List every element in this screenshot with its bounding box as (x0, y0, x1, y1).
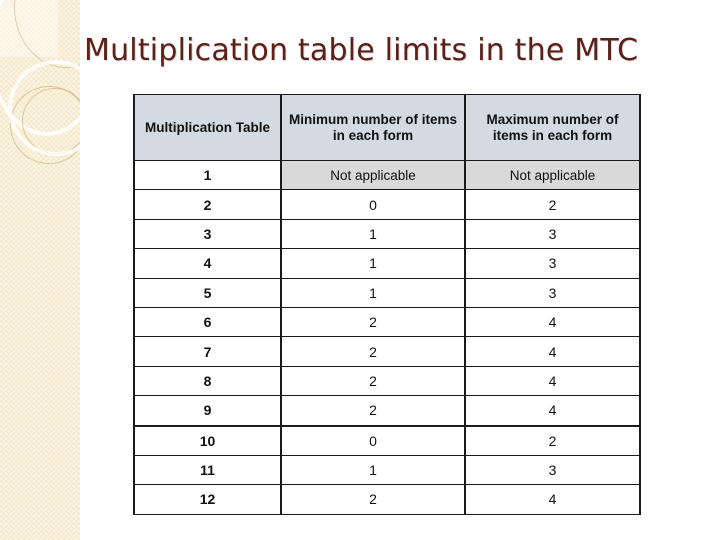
cell-multiplication-table: 1 (133, 159, 282, 191)
cell-maximum-items: Not applicable (464, 159, 641, 191)
decorative-sidebar-band (0, 0, 80, 540)
table-row: 513 (133, 277, 641, 308)
cell-multiplication-table: 2 (133, 189, 282, 220)
cell-maximum-items: 2 (464, 424, 641, 456)
cell-minimum-items: 1 (280, 248, 466, 279)
cell-maximum-items: 4 (464, 306, 641, 338)
table-row: 11 1 3 (133, 454, 641, 486)
limits-table-container: Multiplication Table Minimum number of i… (133, 94, 641, 515)
table-row: 724 (133, 336, 641, 367)
table-row: 202 (133, 189, 641, 220)
column-header-maximum-items: Maximum number of items in each form (464, 94, 641, 161)
cell-multiplication-table: 11 (133, 454, 282, 486)
cell-maximum-items: 3 (464, 454, 641, 486)
cell-maximum-items: 3 (464, 277, 641, 308)
cell-multiplication-table: 5 (133, 277, 282, 308)
table-row: 413 (133, 248, 641, 279)
cell-maximum-items: 4 (464, 365, 641, 397)
table-row: 1 Not applicable Not applicable (133, 159, 641, 191)
cell-minimum-items: 2 (280, 365, 466, 397)
table-row: 313 (133, 218, 641, 250)
cell-maximum-items: 2 (464, 189, 641, 220)
cell-multiplication-table: 6 (133, 306, 282, 338)
table-header: Multiplication Table Minimum number of i… (133, 94, 641, 161)
cell-maximum-items: 3 (464, 218, 641, 250)
cell-minimum-items: Not applicable (280, 159, 466, 191)
cell-multiplication-table: 10 (133, 424, 282, 456)
cell-minimum-items: 2 (280, 336, 466, 367)
cell-maximum-items: 3 (464, 248, 641, 279)
table-header-row: Multiplication Table Minimum number of i… (133, 94, 641, 161)
table-body: 1 Not applicable Not applicable 2 0 2 3 1 3 4 1 3 5 1… (133, 159, 641, 515)
cell-minimum-items: 2 (280, 306, 466, 338)
cell-multiplication-table: 8 (133, 365, 282, 397)
table-row: 10 0 2 (133, 424, 641, 456)
cell-minimum-items: 1 (280, 454, 466, 486)
multiplication-limits-table: Multiplication Table Minimum number of i… (133, 94, 641, 515)
cell-multiplication-table: 4 (133, 248, 282, 279)
table-row: 924 (133, 395, 641, 427)
cell-multiplication-table: 9 (133, 395, 282, 427)
cell-minimum-items: 2 (280, 395, 466, 427)
column-header-minimum-items: Minimum number of items in each form (280, 94, 466, 161)
cell-multiplication-table: 3 (133, 218, 282, 250)
cell-maximum-items: 4 (464, 484, 641, 515)
cell-maximum-items: 4 (464, 395, 641, 427)
table-row: 12 2 4 (133, 484, 641, 515)
table-row: 824 (133, 365, 641, 397)
cell-minimum-items: 2 (280, 484, 466, 515)
cell-minimum-items: 0 (280, 424, 466, 456)
cell-minimum-items: 0 (280, 189, 466, 220)
cell-minimum-items: 1 (280, 277, 466, 308)
cell-multiplication-table: 12 (133, 484, 282, 515)
cell-minimum-items: 1 (280, 218, 466, 250)
column-header-multiplication-table: Multiplication Table (133, 94, 282, 161)
cell-multiplication-table: 7 (133, 336, 282, 367)
page-title: Multiplication table limits in the MTC (84, 33, 639, 68)
cell-maximum-items: 4 (464, 336, 641, 367)
table-row: 624 (133, 306, 641, 338)
